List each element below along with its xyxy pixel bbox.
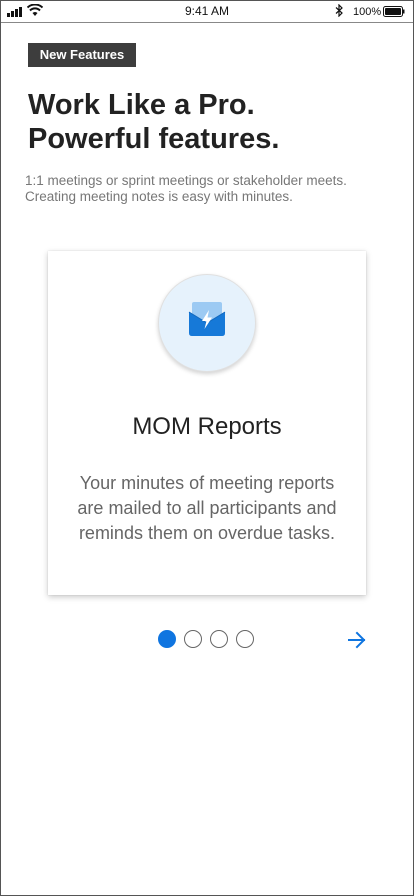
- title-line-2: Powerful features.: [28, 123, 280, 155]
- bluetooth-icon: [335, 4, 343, 17]
- intro-line-2: Creating meeting notes is easy with minu…: [25, 189, 293, 204]
- feature-card[interactable]: MOM Reports Your minutes of meeting repo…: [48, 251, 366, 595]
- feature-description-line: reminds them on overdue tasks.: [78, 523, 336, 543]
- feature-title: MOM Reports: [132, 413, 282, 440]
- intro-line-1: 1:1 meetings or sprint meetings or stake…: [25, 173, 347, 188]
- feature-description-line: are mailed to all participants and: [77, 498, 337, 518]
- feature-icon-circle: [158, 274, 256, 372]
- page-dot-2[interactable]: [184, 630, 202, 648]
- next-arrow-icon[interactable]: [347, 631, 367, 649]
- feature-description-line: Your minutes of meeting reports: [79, 473, 335, 493]
- status-time: 9:41 AM: [184, 4, 230, 18]
- new-features-badge: New Features: [28, 43, 136, 67]
- intro-text: 1:1 meetings or sprint meetings or stake…: [25, 173, 405, 205]
- status-bar: 9:41 AM 100%: [1, 1, 413, 23]
- page-dot-4[interactable]: [236, 630, 254, 648]
- page-dot-3[interactable]: [210, 630, 228, 648]
- page-dot-1[interactable]: [158, 630, 176, 648]
- page-title: Work Like a Pro. Powerful features.: [28, 88, 388, 156]
- mail-lightning-icon: [188, 302, 226, 336]
- feature-description: Your minutes of meeting reports are mail…: [62, 471, 352, 546]
- battery-icon: [383, 6, 405, 17]
- title-line-1: Work Like a Pro.: [28, 89, 255, 121]
- battery-percent: 100%: [353, 6, 382, 18]
